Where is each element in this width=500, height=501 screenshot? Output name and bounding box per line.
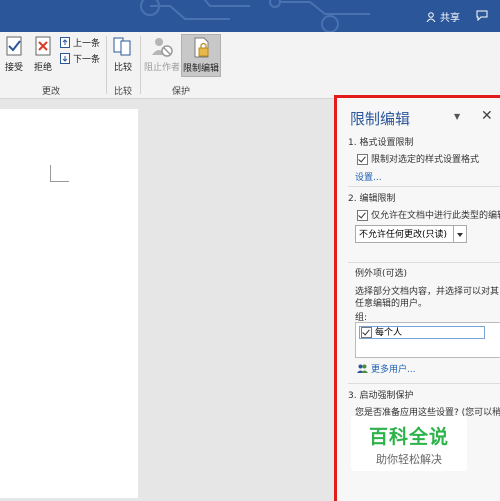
editing-restriction-checkbox[interactable]: 仅允许在文档中进行此类型的编辑 [357,208,500,221]
document-page[interactable] [0,109,138,498]
compare-button[interactable]: 比较 [113,36,133,73]
checkbox-icon [357,210,368,221]
document-area [0,99,332,498]
settings-link[interactable]: 设置... [355,170,382,183]
close-icon[interactable]: ✕ [481,108,493,124]
next-label: 下一条 [73,55,101,65]
format-restriction-checkbox[interactable]: 限制对选定的样式设置格式 [357,152,479,165]
pane-title: 限制编辑 [350,110,411,128]
format-restriction-label: 限制对选定的样式设置格式 [371,155,480,165]
compare-group-label: 比较 [114,87,133,97]
compare-icon [113,37,131,56]
changes-group-label: 更改 [42,87,61,97]
group-separator [140,36,141,94]
reject-button[interactable]: 拒绝 [33,36,53,73]
watermark-subtitle: 助你轻松解决 [376,453,442,466]
share-button[interactable]: 共享 [426,9,460,24]
divider [348,262,500,263]
pane-options-icon[interactable]: ▼ [454,112,460,121]
share-label: 共享 [440,13,460,24]
reject-label: 拒绝 [33,63,52,73]
divider [348,383,500,384]
next-icon [60,53,70,64]
restrict-editing-pane: 限制编辑 ▼ ✕ 1. 格式设置限制 限制对选定的样式设置格式 设置... 2.… [334,95,500,501]
restrict-editing-icon [194,37,209,58]
watermark-title: 百科全说 [368,426,449,448]
restrict-editing-button[interactable]: 限制编辑 [181,34,222,77]
exceptions-description-line2: 任意编辑的用户。 [355,299,428,309]
users-icon [357,364,368,373]
exceptions-title: 例外项(可选) [355,269,408,279]
restrict-editing-label: 限制编辑 [183,64,220,74]
group-separator [106,36,107,94]
block-authors-label: 阻止作者 [144,63,181,73]
chevron-down-icon[interactable] [453,225,467,243]
checkbox-icon [357,154,368,165]
block-authors-button[interactable]: 阻止作者 [144,36,180,73]
ribbon: 接受 拒绝 上一条 下一条 更改 比较 比较 阻止作者 限制编辑 保护 [0,32,500,99]
more-users-link[interactable]: 更多用户... [357,362,416,375]
block-authors-icon [152,38,173,57]
more-users-label: 更多用户... [371,365,416,375]
accept-button[interactable]: 接受 [4,36,24,73]
reject-icon [35,36,51,56]
protect-group-label: 保护 [172,87,191,97]
editing-restriction-label: 仅允许在文档中进行此类型的编辑 [371,211,500,221]
previous-label: 上一条 [73,39,101,49]
group-everyone-item[interactable]: 每个人 [359,326,485,339]
accept-icon [6,36,22,56]
section2-title: 2. 编辑限制 [348,194,396,204]
accept-label: 接受 [4,63,23,73]
checkbox-icon[interactable] [361,327,372,338]
divider [348,186,500,187]
section3-title: 3. 启动强制保护 [348,391,414,401]
editing-type-select[interactable]: 不允许任何更改(只读) [355,225,463,243]
circuit-decoration [140,0,370,32]
page-margin-mark [50,165,69,182]
compare-label: 比较 [113,63,132,73]
title-bar: 共享 [0,0,500,32]
previous-change-button[interactable]: 上一条 [60,36,100,49]
groups-list: 每个人 [355,322,500,358]
comment-icon[interactable] [476,10,488,21]
previous-icon [60,37,70,48]
watermark-overlay: 百科全说 助你轻松解决 [351,416,467,471]
section1-title: 1. 格式设置限制 [348,138,414,148]
next-change-button[interactable]: 下一条 [60,52,100,65]
person-icon [426,11,436,22]
group-everyone-label: 每个人 [375,328,403,338]
